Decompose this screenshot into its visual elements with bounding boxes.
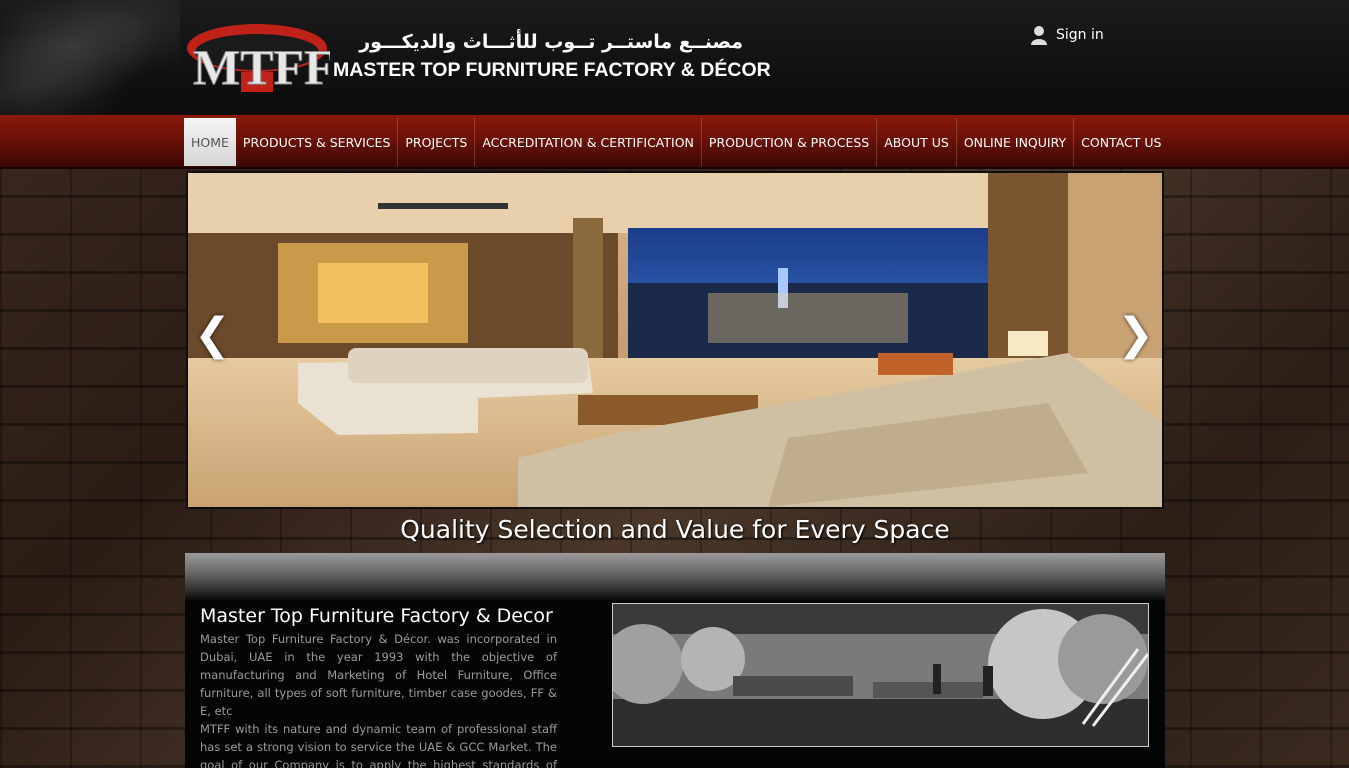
company-logo[interactable]: MTFF xyxy=(185,22,335,96)
svg-text:MTFF: MTFF xyxy=(193,39,330,94)
mtff-logo-icon: MTFF xyxy=(187,24,335,96)
nav-item-home[interactable]: HOME xyxy=(184,118,236,166)
nav-item-accreditation[interactable]: ACCREDITATION & CERTIFICATION xyxy=(475,118,702,166)
hero-tagline: Quality Selection and Value for Every Sp… xyxy=(400,515,950,544)
about-paragraph-1: Master Top Furniture Factory & Décor. wa… xyxy=(200,632,557,718)
nav-item-about-us[interactable]: ABOUT US xyxy=(877,118,957,166)
nav-item-products-services[interactable]: PRODUCTS & SERVICES xyxy=(236,118,399,166)
section-band xyxy=(185,553,1165,601)
arabic-company-name: مصنــع ماستــر تــوب للأثـــاث والديكـــ… xyxy=(359,31,743,53)
about-section: Master Top Furniture Factory & Decor Mas… xyxy=(185,553,1165,768)
site-header: MTFF مصنــع ماستــر تــوب للأثـــاث والد… xyxy=(0,0,1349,115)
nav-item-production-process[interactable]: PRODUCTION & PROCESS xyxy=(702,118,878,166)
nav-item-online-inquiry[interactable]: ONLINE INQUIRY xyxy=(957,118,1075,166)
nav-item-projects[interactable]: PROJECTS xyxy=(398,118,476,166)
sign-in-link[interactable]: Sign in xyxy=(1030,24,1104,46)
hero-slider: ❮ ❯ xyxy=(186,171,1164,509)
main-nav: HOME PRODUCTS & SERVICES PROJECTS ACCRED… xyxy=(0,115,1349,169)
factory-photo xyxy=(612,603,1149,747)
slider-prev-arrow[interactable]: ❮ xyxy=(194,313,231,357)
about-title: Master Top Furniture Factory & Decor xyxy=(200,605,553,627)
floral-ornament xyxy=(0,0,180,115)
user-icon xyxy=(1031,26,1047,45)
company-name: MASTER TOP FURNITURE FACTORY & DÉCOR xyxy=(333,59,771,81)
sign-in-label: Sign in xyxy=(1056,27,1104,43)
factory-image xyxy=(613,604,1148,746)
about-paragraph-2: MTFF with its nature and dynamic team of… xyxy=(200,722,557,768)
living-room-photo xyxy=(188,173,1162,507)
slider-next-arrow[interactable]: ❯ xyxy=(1117,313,1154,357)
nav-item-contact-us[interactable]: CONTACT US xyxy=(1074,118,1168,166)
